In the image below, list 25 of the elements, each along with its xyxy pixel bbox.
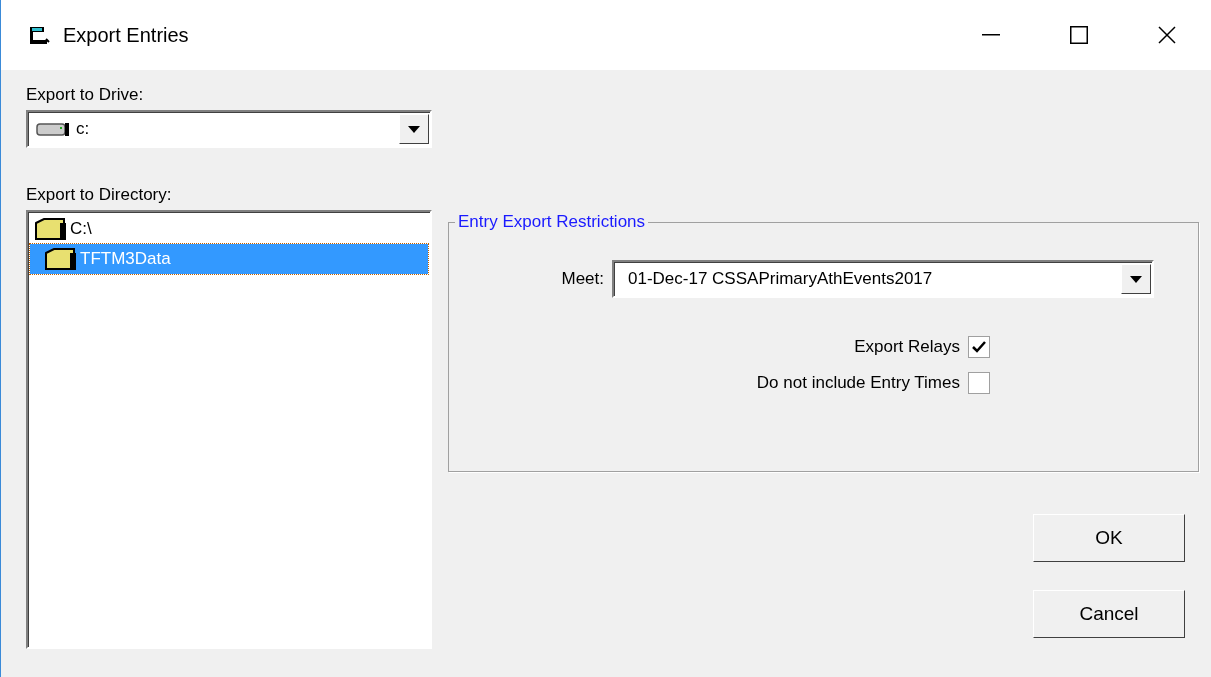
minimize-icon [982,34,1000,36]
cancel-button[interactable]: Cancel [1033,590,1185,638]
caret-icon [408,125,420,133]
close-icon [1158,26,1176,44]
drive-dropdown[interactable]: c: [26,110,432,148]
directory-item[interactable]: C:\ [30,214,428,244]
folder-icon [34,217,68,241]
meet-label: Meet: [561,268,604,290]
directory-label: Export to Directory: [26,184,173,206]
group-title: Entry Export Restrictions [457,212,647,232]
drive-icon [36,121,70,137]
drive-label: Export to Drive: [26,84,145,106]
folder-icon [44,247,78,271]
ok-button[interactable]: OK [1033,514,1185,562]
checkbox[interactable] [968,336,990,358]
window-icon [29,25,51,45]
caret-icon [1130,275,1142,283]
check-icon [972,341,986,353]
window-title: Export Entries [63,23,190,47]
checkbox[interactable] [968,372,990,394]
option-label: Export Relays [854,336,960,358]
option-label: Do not include Entry Times [756,372,960,394]
meet-dropdown[interactable]: 01-Dec-17 CSSAPrimaryAthEvents2017 [612,260,1154,298]
directory-list[interactable]: C:\ TFTM3Data [26,210,432,649]
maximize-icon [1070,26,1088,44]
